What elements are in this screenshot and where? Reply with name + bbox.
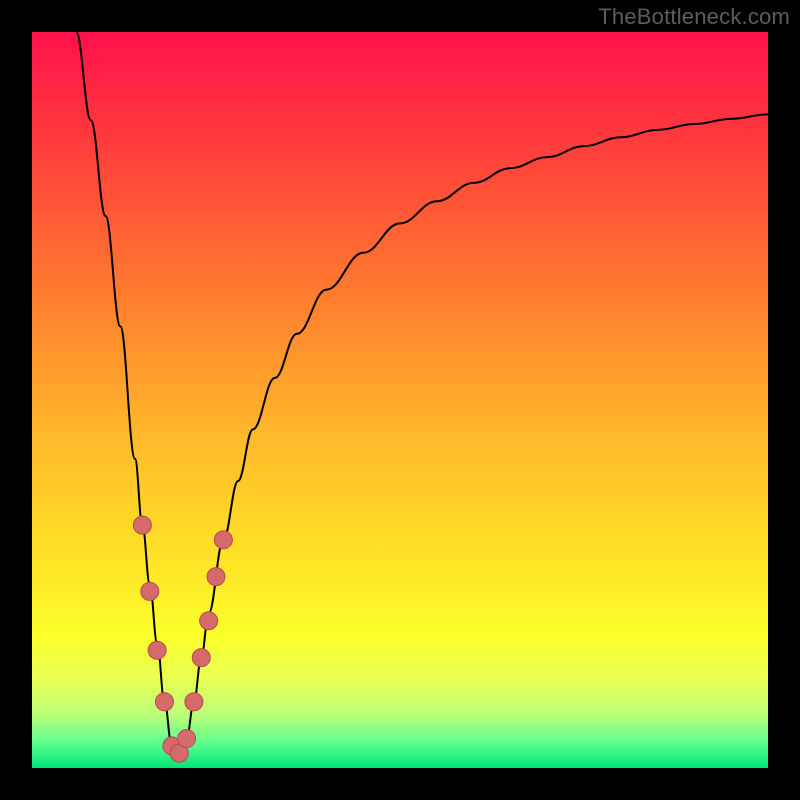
curve-marker-point: [200, 612, 218, 630]
curve-marker-point: [185, 693, 203, 711]
curve-marker-point: [133, 516, 151, 534]
gradient-background: [32, 32, 768, 768]
curve-marker-point: [141, 582, 159, 600]
watermark-text: TheBottleneck.com: [598, 4, 790, 30]
curve-marker-point: [155, 693, 173, 711]
plot-area: [32, 32, 768, 768]
bottleneck-curve-chart: [32, 32, 768, 768]
chart-frame: TheBottleneck.com: [0, 0, 800, 800]
curve-marker-point: [178, 730, 196, 748]
curve-marker-point: [192, 649, 210, 667]
curve-marker-point: [148, 641, 166, 659]
curve-marker-point: [214, 531, 232, 549]
curve-marker-point: [207, 568, 225, 586]
